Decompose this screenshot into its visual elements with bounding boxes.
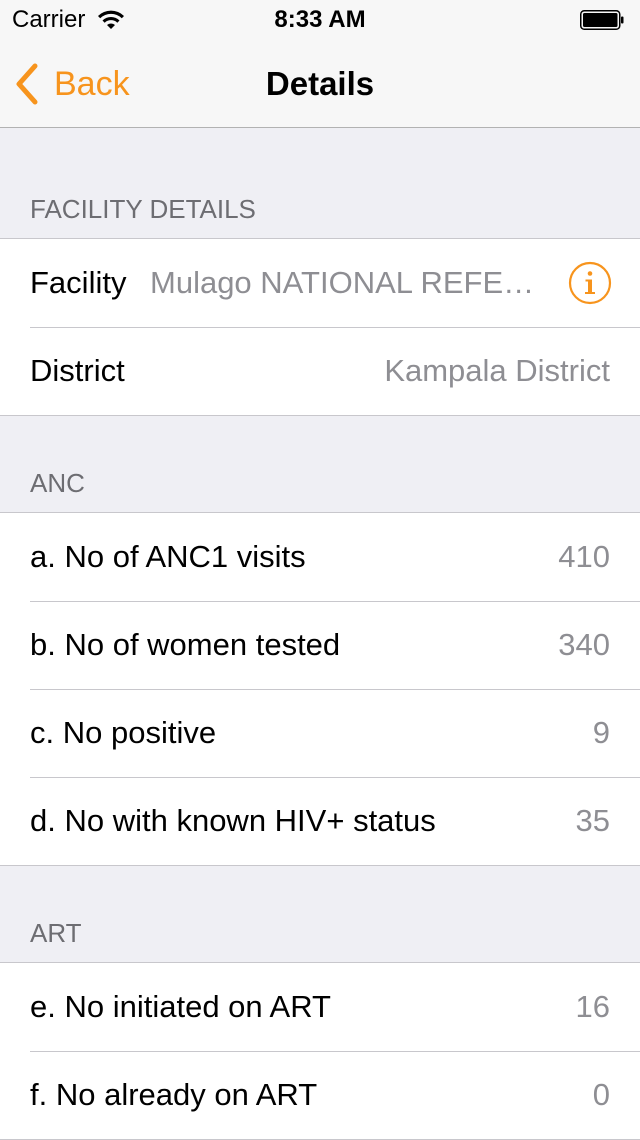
table-row: e. No initiated on ART 16 (0, 963, 640, 1051)
table-row: f. No already on ART 0 (0, 1051, 640, 1139)
table-row: a. No of ANC1 visits 410 (0, 513, 640, 601)
row-label: d. No with known HIV+ status (30, 803, 436, 838)
facility-value: Mulago NATIONAL REFERRAL HOSPITAL (150, 265, 548, 300)
battery-icon (580, 10, 624, 30)
page-title: Details (265, 65, 375, 102)
row-value: 16 (575, 989, 610, 1024)
row-value: 0 (592, 1077, 610, 1112)
anc-group: a. No of ANC1 visits 410 b. No of women … (0, 512, 640, 866)
facility-label: Facility (30, 265, 127, 300)
row-value: 35 (575, 803, 610, 838)
facility-row: Facility Mulago NATIONAL REFERRAL HOSPIT… (0, 239, 640, 327)
table-row: d. No with known HIV+ status 35 (0, 777, 640, 865)
status-time: 8:33 AM (274, 6, 366, 33)
status-bar: Carrier 8:33 AM (0, 0, 640, 40)
row-value: 410 (558, 539, 610, 574)
art-group: e. No initiated on ART 16 f. No already … (0, 962, 640, 1140)
row-label: a. No of ANC1 visits (30, 539, 306, 574)
section-header-facility: FACILITY DETAILS (0, 128, 640, 238)
district-label: District (30, 353, 125, 388)
row-value: 9 (592, 715, 610, 750)
facility-group: Facility Mulago NATIONAL REFERRAL HOSPIT… (0, 238, 640, 416)
row-label: e. No initiated on ART (30, 989, 331, 1024)
info-icon[interactable] (568, 261, 612, 305)
section-header-label: ANC (30, 468, 85, 498)
table-row: c. No positive 9 (0, 689, 640, 777)
navigation-bar: Back Details (0, 40, 640, 128)
district-row: District Kampala District (0, 327, 640, 415)
district-value: Kampala District (384, 353, 610, 388)
row-label: b. No of women tested (30, 627, 341, 662)
details-table[interactable]: FACILITY DETAILS Facility Mulago NATIONA… (0, 128, 640, 1140)
row-label: f. No already on ART (30, 1077, 318, 1112)
section-header-anc: ANC (0, 416, 640, 512)
row-value: 340 (558, 627, 610, 662)
section-header-art: ART (0, 866, 640, 962)
row-label: c. No positive (30, 715, 217, 750)
section-header-label: ART (30, 918, 82, 948)
table-row: b. No of women tested 340 (0, 601, 640, 689)
section-header-label: FACILITY DETAILS (30, 194, 256, 224)
